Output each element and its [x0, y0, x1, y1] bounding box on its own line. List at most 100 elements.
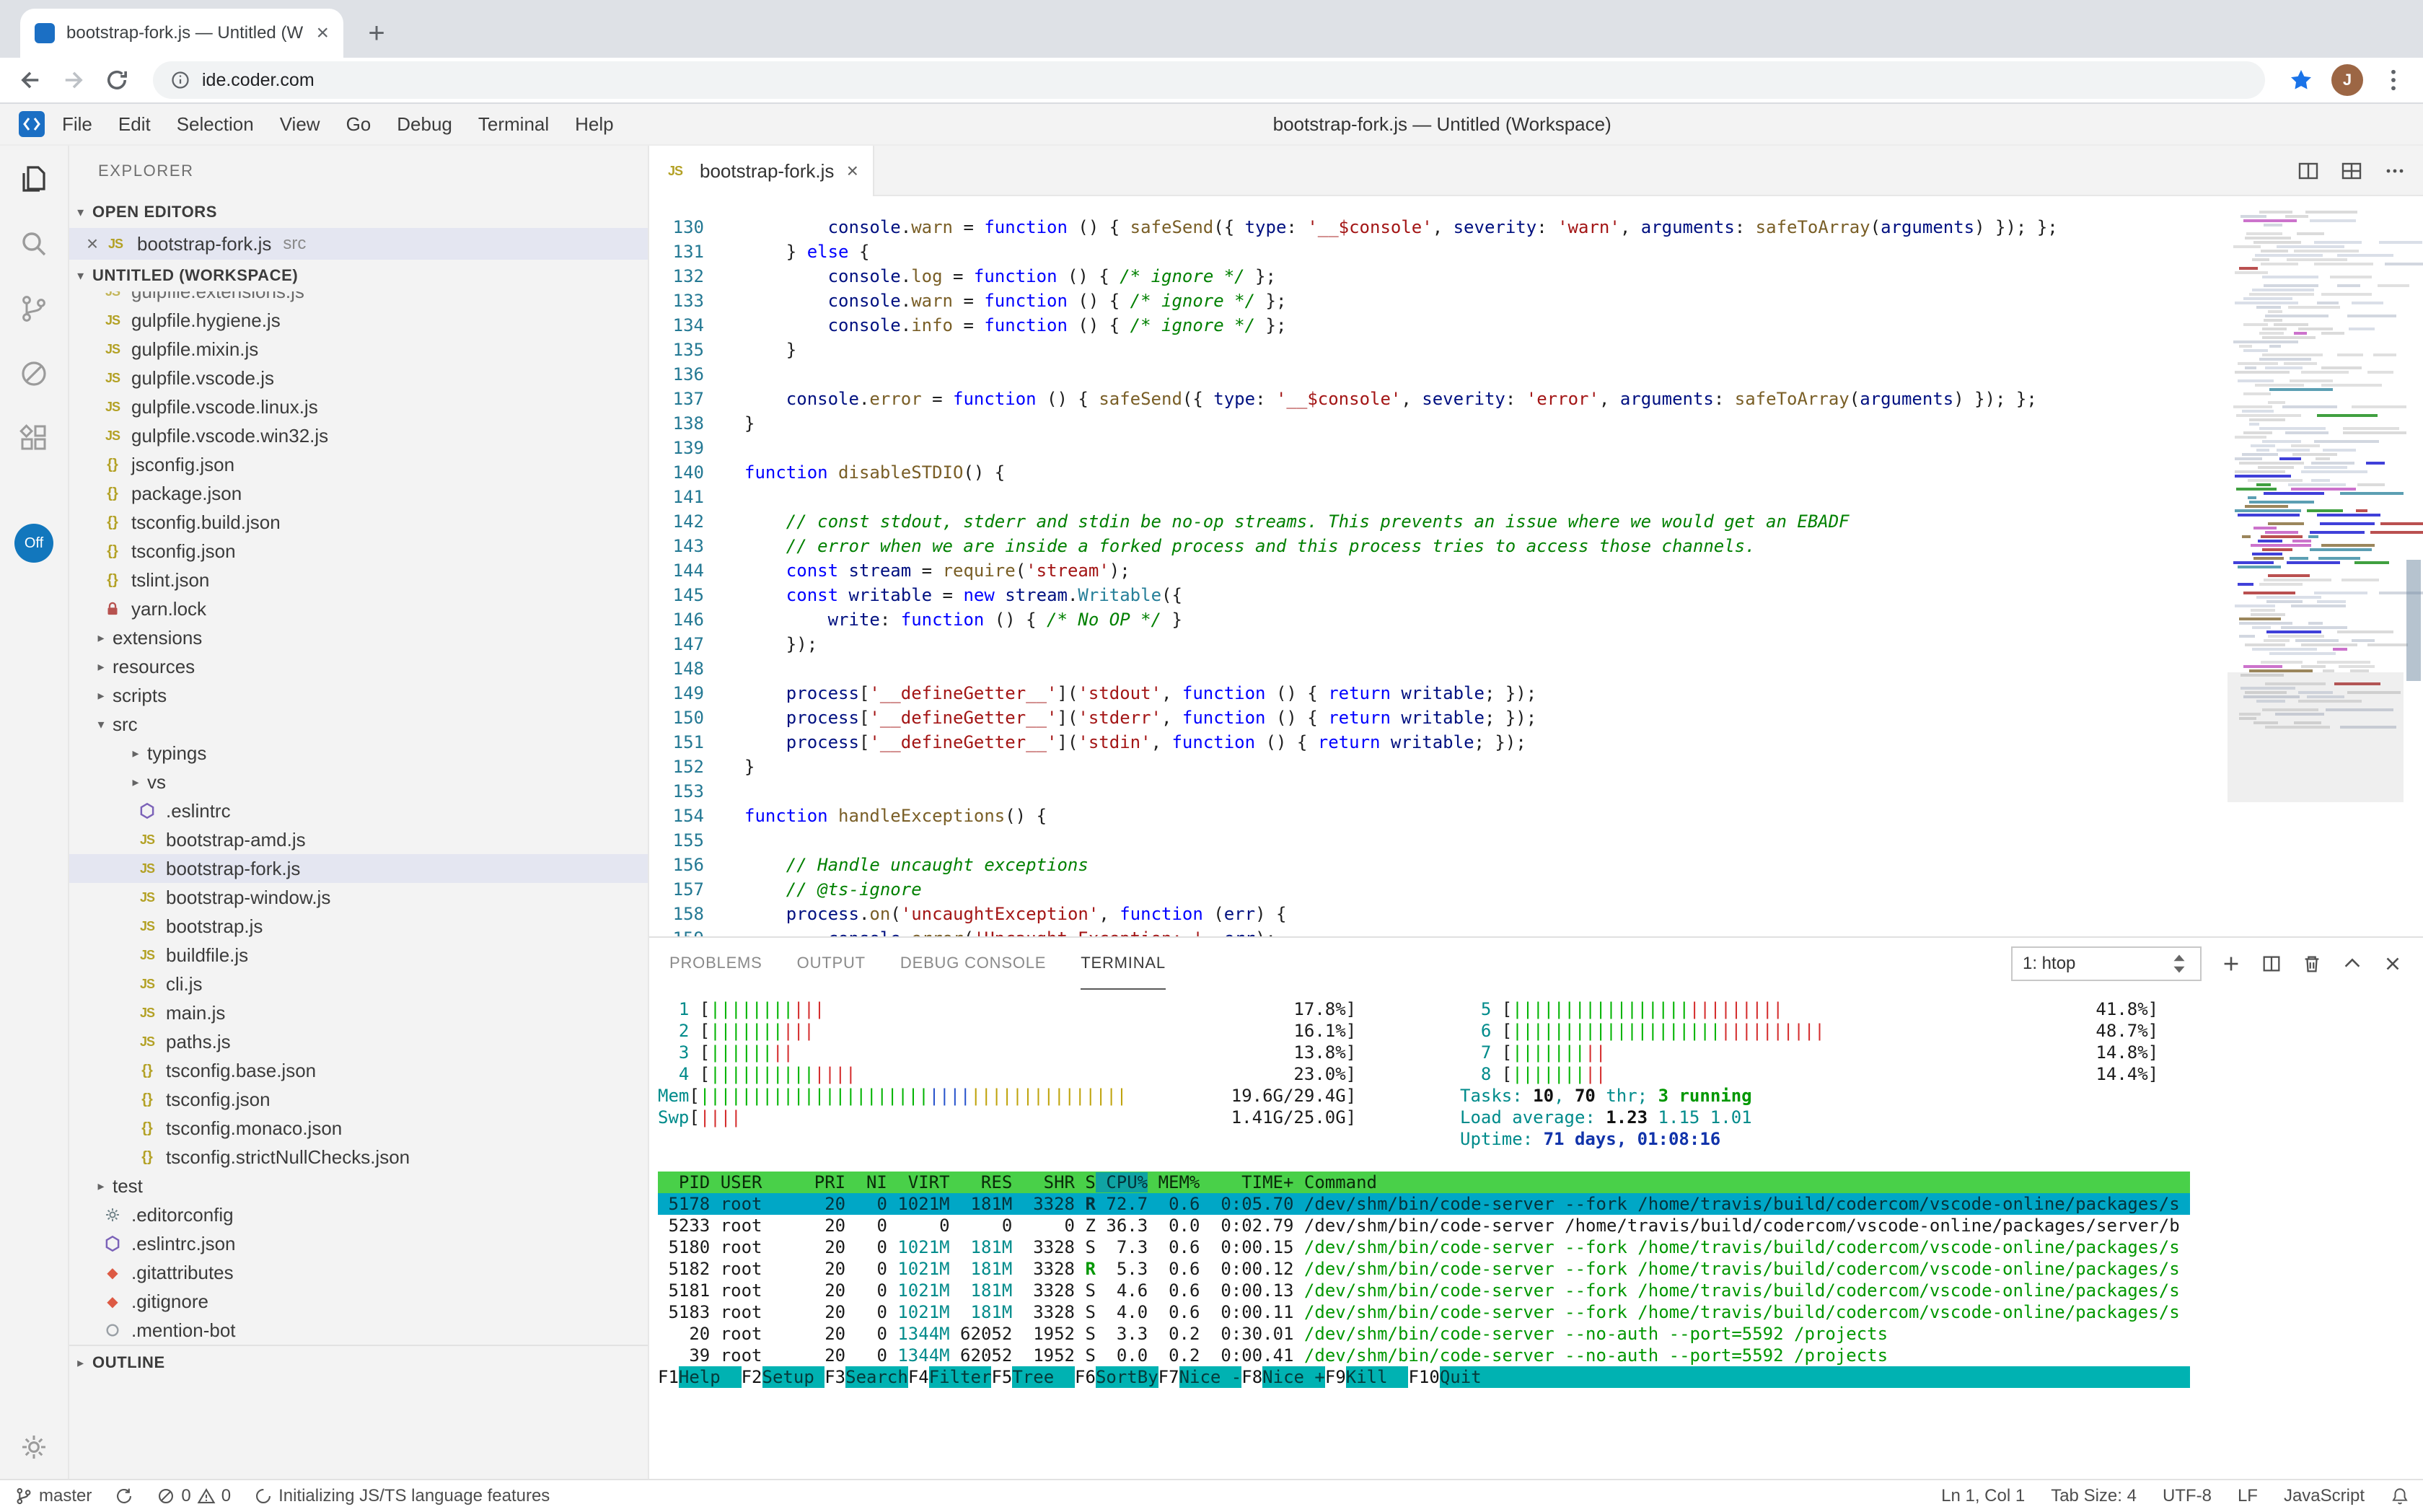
- fkey-F7[interactable]: F7: [1158, 1366, 1179, 1388]
- editor-layout-icon[interactable]: [2340, 159, 2363, 183]
- bookmark-star-icon[interactable]: [2288, 67, 2314, 93]
- status-item-javascript[interactable]: JavaScript: [2284, 1486, 2365, 1506]
- fkey-F9[interactable]: F9: [1325, 1366, 1346, 1388]
- tree-item-.gitignore[interactable]: ◆.gitignore: [69, 1287, 648, 1316]
- fkey-F2[interactable]: F2: [742, 1366, 762, 1388]
- tree-item-jsconfig.json[interactable]: {}jsconfig.json: [69, 450, 648, 479]
- extension-off-badge[interactable]: Off: [14, 524, 53, 563]
- maximize-panel-icon[interactable]: [2341, 953, 2363, 975]
- tree-item-tsconfig.base.json[interactable]: {}tsconfig.base.json: [69, 1056, 648, 1085]
- tree-item-extensions[interactable]: ▸extensions: [69, 623, 648, 652]
- tree-item-vs[interactable]: ▸vs: [69, 768, 648, 796]
- new-terminal-icon[interactable]: [2220, 953, 2242, 975]
- terminal-content[interactable]: 1 [||||||||||| 17.8%] 5 [|||||||||||||||…: [649, 990, 2423, 1479]
- tree-item-gulpfile.vscode.js[interactable]: JSgulpfile.vscode.js: [69, 364, 648, 392]
- more-actions-icon[interactable]: [2383, 159, 2406, 183]
- site-info-icon[interactable]: [170, 70, 190, 90]
- fkey-label-F8[interactable]: Nice +: [1262, 1366, 1325, 1388]
- code-editor[interactable]: 130 console.warn = function () { safeSen…: [649, 196, 2423, 936]
- sync-item[interactable]: [115, 1487, 133, 1506]
- fkey-label-F6[interactable]: SortBy: [1096, 1366, 1158, 1388]
- tree-item-tslint.json[interactable]: {}tslint.json: [69, 566, 648, 594]
- workspace-header[interactable]: ▾ UNTITLED (WORKSPACE): [69, 260, 648, 291]
- extensions-icon[interactable]: [17, 421, 51, 456]
- fkey-F6[interactable]: F6: [1075, 1366, 1096, 1388]
- fkey-label-F5[interactable]: Tree: [1012, 1366, 1075, 1388]
- tab-output[interactable]: OUTPUT: [797, 938, 866, 990]
- problems-item[interactable]: 0 0: [157, 1486, 231, 1506]
- menu-item-view[interactable]: View: [267, 113, 333, 136]
- avatar[interactable]: J: [2331, 64, 2363, 96]
- address-bar[interactable]: ide.coder.com: [153, 61, 2265, 99]
- tree-item-main.js[interactable]: JSmain.js: [69, 998, 648, 1027]
- settings-gear-icon[interactable]: [17, 1430, 51, 1464]
- fkey-label-F9[interactable]: Kill: [1346, 1366, 1409, 1388]
- editor-tab-bootstrap-fork[interactable]: JS bootstrap-fork.js ×: [649, 146, 874, 196]
- open-editors-header[interactable]: ▾ OPEN EDITORS: [69, 196, 648, 228]
- close-editor-icon[interactable]: ×: [81, 232, 104, 255]
- close-panel-icon[interactable]: [2382, 953, 2404, 975]
- split-terminal-icon[interactable]: [2261, 953, 2282, 975]
- tree-item-.gitattributes[interactable]: ◆.gitattributes: [69, 1258, 648, 1287]
- debug-icon[interactable]: [17, 356, 51, 391]
- tree-item-bootstrap-window.js[interactable]: JSbootstrap-window.js: [69, 883, 648, 912]
- tree-item-.mention-bot[interactable]: .mention-bot: [69, 1316, 648, 1345]
- reload-icon[interactable]: [104, 67, 130, 93]
- open-editor-item[interactable]: × JS bootstrap-fork.js src: [69, 228, 648, 260]
- menu-item-file[interactable]: File: [49, 113, 105, 136]
- tree-item-paths.js[interactable]: JSpaths.js: [69, 1027, 648, 1056]
- minimap[interactable]: [2228, 196, 2404, 936]
- browser-tab[interactable]: bootstrap-fork.js — Untitled (W ×: [20, 9, 343, 58]
- tree-item-gulpfile.hygiene.js[interactable]: JSgulpfile.hygiene.js: [69, 306, 648, 335]
- kill-terminal-icon[interactable]: [2301, 953, 2323, 975]
- tree-item-package.json[interactable]: {}package.json: [69, 479, 648, 508]
- minimap-slider[interactable]: [2228, 672, 2404, 802]
- tree-item-typings[interactable]: ▸typings: [69, 739, 648, 768]
- tree-item-resources[interactable]: ▸resources: [69, 652, 648, 681]
- tree-item-tsconfig.build.json[interactable]: {}tsconfig.build.json: [69, 508, 648, 537]
- tree-item-tsconfig.strictNullChecks.json[interactable]: {}tsconfig.strictNullChecks.json: [69, 1143, 648, 1172]
- status-item-tab-size-4[interactable]: Tab Size: 4: [2051, 1486, 2137, 1506]
- tree-item-tsconfig.monaco.json[interactable]: {}tsconfig.monaco.json: [69, 1114, 648, 1143]
- tab-problems[interactable]: PROBLEMS: [669, 938, 762, 990]
- search-icon[interactable]: [17, 227, 51, 261]
- browser-menu-icon[interactable]: [2380, 67, 2406, 93]
- fkey-label-F1[interactable]: Help: [679, 1366, 742, 1388]
- fkey-F10[interactable]: F10: [1408, 1366, 1439, 1388]
- status-item-ln-1-col-1[interactable]: Ln 1, Col 1: [1941, 1486, 2025, 1506]
- menu-item-terminal[interactable]: Terminal: [465, 113, 562, 136]
- fkey-label-F10[interactable]: Quit: [1440, 1366, 1503, 1388]
- fkey-F1[interactable]: F1: [658, 1366, 679, 1388]
- tree-item-.eslintrc[interactable]: .eslintrc: [69, 796, 648, 825]
- menu-item-selection[interactable]: Selection: [164, 113, 267, 136]
- forward-icon[interactable]: [61, 67, 87, 93]
- fkey-label-F4[interactable]: Filter: [929, 1366, 992, 1388]
- split-editor-icon[interactable]: [2297, 159, 2320, 183]
- tree-item-src[interactable]: ▾src: [69, 710, 648, 739]
- fkey-F5[interactable]: F5: [991, 1366, 1012, 1388]
- tree-item-gulpfile.vscode.win32.js[interactable]: JSgulpfile.vscode.win32.js: [69, 421, 648, 450]
- menu-item-go[interactable]: Go: [333, 113, 384, 136]
- tree-item-cli.js[interactable]: JScli.js: [69, 970, 648, 998]
- fkey-label-F7[interactable]: Nice -: [1179, 1366, 1242, 1388]
- fkey-F8[interactable]: F8: [1241, 1366, 1262, 1388]
- tree-item-scripts[interactable]: ▸scripts: [69, 681, 648, 710]
- terminal-select[interactable]: 1: htop: [2011, 946, 2202, 981]
- explorer-icon[interactable]: [17, 162, 51, 196]
- fkey-F4[interactable]: F4: [908, 1366, 929, 1388]
- tree-item-bootstrap.js[interactable]: JSbootstrap.js: [69, 912, 648, 941]
- tree-item-.eslintrc.json[interactable]: .eslintrc.json: [69, 1229, 648, 1258]
- editor-scrollbar-thumb[interactable]: [2406, 560, 2421, 681]
- tree-item-bootstrap-amd.js[interactable]: JSbootstrap-amd.js: [69, 825, 648, 854]
- fkey-label-F2[interactable]: Setup: [762, 1366, 825, 1388]
- tree-item-bootstrap-fork.js[interactable]: JSbootstrap-fork.js: [69, 854, 648, 883]
- menu-item-edit[interactable]: Edit: [105, 113, 164, 136]
- outline-header[interactable]: ▸ OUTLINE: [69, 1345, 648, 1379]
- back-icon[interactable]: [17, 67, 43, 93]
- menu-item-debug[interactable]: Debug: [384, 113, 465, 136]
- status-item-lf[interactable]: LF: [2238, 1486, 2258, 1506]
- fkey-label-F3[interactable]: Search: [845, 1366, 908, 1388]
- tab-debug-console[interactable]: DEBUG CONSOLE: [900, 938, 1046, 990]
- tab-close-icon[interactable]: ×: [847, 159, 858, 183]
- source-control-icon[interactable]: [17, 291, 51, 326]
